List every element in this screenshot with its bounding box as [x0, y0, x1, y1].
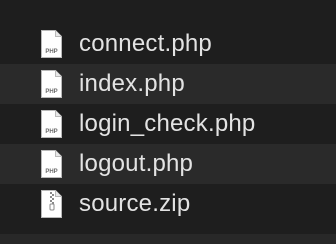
file-icon-label: PHP	[45, 49, 57, 55]
file-row[interactable]: PHP login_check.php	[0, 104, 336, 144]
file-icon-label: PHP	[45, 129, 57, 135]
file-icon-label: PHP	[45, 89, 57, 95]
file-row[interactable]: PHP logout.php	[0, 144, 336, 184]
next-row-strip	[0, 234, 336, 244]
file-name: index.php	[79, 70, 185, 97]
zip-archive-icon	[41, 190, 62, 218]
file-icon-label: PHP	[45, 169, 57, 175]
file-name: source.zip	[79, 190, 191, 217]
php-file-icon: PHP	[41, 30, 62, 58]
php-file-icon: PHP	[41, 110, 62, 138]
file-row[interactable]: source.zip	[0, 184, 336, 224]
php-file-icon: PHP	[41, 70, 62, 98]
file-row[interactable]: PHP connect.php	[0, 24, 336, 64]
file-row[interactable]: PHP index.php	[0, 64, 336, 104]
file-list: PHP connect.php PHP index.php PHP login_…	[0, 0, 336, 244]
file-name: logout.php	[79, 150, 194, 177]
file-name: login_check.php	[79, 110, 256, 137]
file-name: connect.php	[79, 30, 212, 57]
php-file-icon: PHP	[41, 150, 62, 178]
